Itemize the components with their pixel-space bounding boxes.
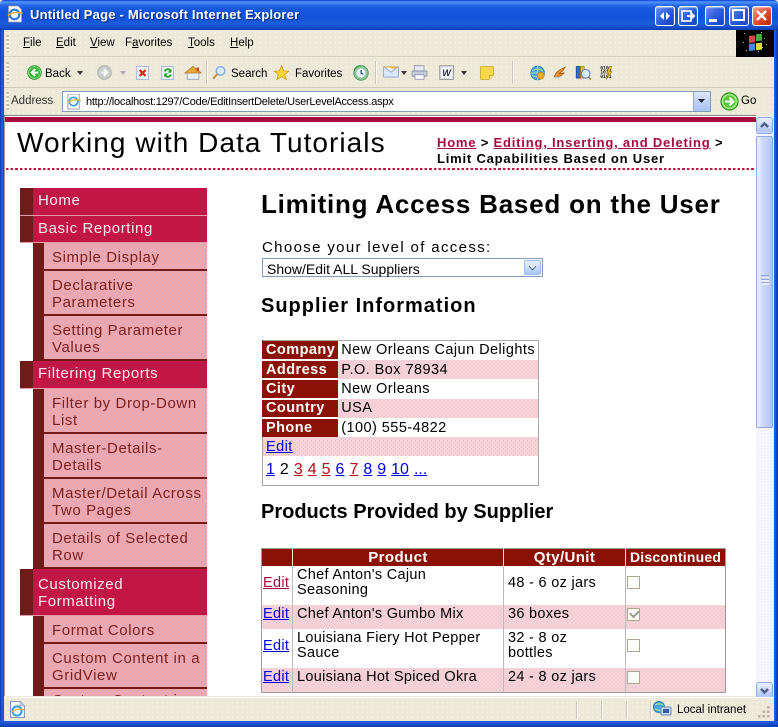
svg-text:W: W: [442, 68, 452, 78]
